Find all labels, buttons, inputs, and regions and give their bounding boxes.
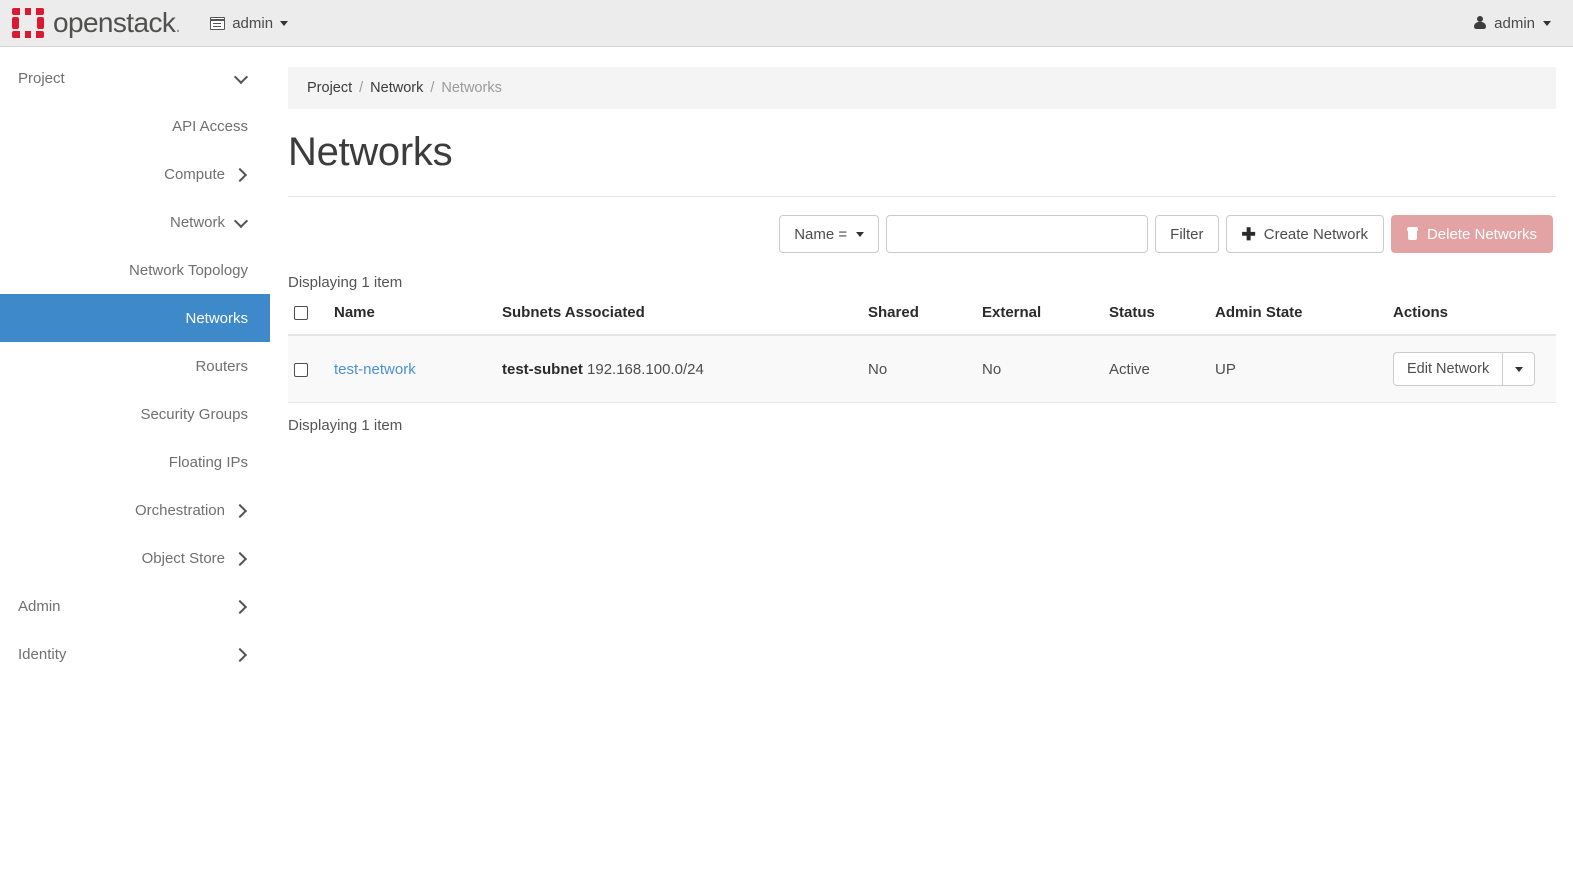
user-menu[interactable]: admin <box>1473 15 1551 32</box>
sidebar-item-network-topology[interactable]: Network Topology <box>0 246 270 294</box>
sidebar-item-label: Routers <box>195 358 248 375</box>
breadcrumb-separator: / <box>359 80 363 96</box>
filter-key-label: Name = <box>794 226 847 243</box>
cell-external: No <box>982 335 1109 403</box>
filter-button[interactable]: Filter <box>1155 215 1218 253</box>
brand-logo[interactable]: openstack. <box>12 8 180 38</box>
chevron-down-icon <box>856 232 864 237</box>
sidebar-item-label: Floating IPs <box>169 454 248 471</box>
subnet-name: test-subnet <box>502 361 583 378</box>
sidebar: Project API Access Compute Network Netwo… <box>0 48 270 883</box>
column-header-admin-state[interactable]: Admin State <box>1215 304 1393 335</box>
chevron-down-icon <box>1515 367 1523 372</box>
sidebar-item-compute[interactable]: Compute <box>0 150 270 198</box>
cell-shared: No <box>868 335 982 403</box>
openstack-logo-icon <box>12 8 44 38</box>
page-title: Networks <box>288 130 1573 174</box>
breadcrumb-separator: / <box>430 80 434 96</box>
sidebar-item-orchestration[interactable]: Orchestration <box>0 486 270 534</box>
cell-actions: Edit Network <box>1393 335 1556 403</box>
chevron-down-icon <box>235 72 248 85</box>
sidebar-item-identity[interactable]: Identity <box>0 630 270 678</box>
row-select-cell <box>288 335 334 403</box>
breadcrumb-item-current: Networks <box>441 80 501 96</box>
main-content: Project / Network / Networks Networks Na… <box>270 48 1573 883</box>
chevron-right-icon <box>235 504 248 517</box>
sidebar-item-label: Network Topology <box>129 262 248 279</box>
sidebar-item-object-store[interactable]: Object Store <box>0 534 270 582</box>
sidebar-item-label: Object Store <box>142 550 225 567</box>
sidebar-item-routers[interactable]: Routers <box>0 342 270 390</box>
row-actions-dropdown-toggle[interactable] <box>1502 352 1535 386</box>
sidebar-item-label: Compute <box>164 166 225 183</box>
subnet-cidr: 192.168.100.0/24 <box>587 361 704 378</box>
user-menu-label: admin <box>1494 15 1535 32</box>
title-divider <box>288 196 1556 197</box>
cell-status: Active <box>1109 335 1215 403</box>
chevron-right-icon <box>235 168 248 181</box>
networks-table: Name Subnets Associated Shared External … <box>288 304 1556 403</box>
sidebar-item-label: Admin <box>18 598 61 615</box>
edit-network-button[interactable]: Edit Network <box>1393 352 1502 386</box>
plus-icon: ✚ <box>1242 226 1256 243</box>
brand-name: openstack. <box>53 9 180 37</box>
grid-icon <box>210 17 225 30</box>
filter-key-dropdown[interactable]: Name = <box>779 215 879 253</box>
filter-button-label: Filter <box>1170 226 1203 243</box>
top-bar: openstack. admin admin <box>0 0 1573 47</box>
trash-icon <box>1407 228 1418 240</box>
sidebar-item-label: Identity <box>18 646 66 663</box>
select-all-header <box>288 304 334 335</box>
cell-name: test-network <box>334 335 502 403</box>
chevron-down-icon <box>280 21 288 26</box>
item-count-top: Displaying 1 item <box>288 274 1573 291</box>
cell-subnets: test-subnet 192.168.100.0/24 <box>502 335 868 403</box>
column-header-name[interactable]: Name <box>334 304 502 335</box>
project-switcher-label: admin <box>232 15 273 32</box>
sidebar-item-project[interactable]: Project <box>0 54 270 102</box>
search-input[interactable] <box>886 215 1148 253</box>
sidebar-item-admin[interactable]: Admin <box>0 582 270 630</box>
chevron-down-icon <box>1543 21 1551 26</box>
item-count-bottom: Displaying 1 item <box>288 417 1573 434</box>
column-header-shared[interactable]: Shared <box>868 304 982 335</box>
chevron-down-icon <box>235 216 248 229</box>
breadcrumb: Project / Network / Networks <box>288 67 1556 109</box>
sidebar-item-label: Project <box>18 70 65 87</box>
delete-networks-label: Delete Networks <box>1427 226 1537 243</box>
breadcrumb-item-project[interactable]: Project <box>307 80 352 96</box>
column-header-subnets[interactable]: Subnets Associated <box>502 304 868 335</box>
chevron-right-icon <box>235 648 248 661</box>
sidebar-item-label: Orchestration <box>135 502 225 519</box>
sidebar-item-floating-ips[interactable]: Floating IPs <box>0 438 270 486</box>
select-all-checkbox[interactable] <box>294 306 308 320</box>
brand-dot: . <box>175 15 180 37</box>
user-icon <box>1473 16 1486 30</box>
table-row: test-network test-subnet 192.168.100.0/2… <box>288 335 1556 403</box>
sidebar-item-label: Networks <box>185 310 248 327</box>
sidebar-item-security-groups[interactable]: Security Groups <box>0 390 270 438</box>
create-network-button[interactable]: ✚ Create Network <box>1226 215 1384 253</box>
delete-networks-button[interactable]: Delete Networks <box>1391 215 1553 253</box>
chevron-right-icon <box>235 552 248 565</box>
column-header-actions: Actions <box>1393 304 1556 335</box>
column-header-status[interactable]: Status <box>1109 304 1215 335</box>
breadcrumb-item-network[interactable]: Network <box>370 80 423 96</box>
sidebar-item-network[interactable]: Network <box>0 198 270 246</box>
column-header-external[interactable]: External <box>982 304 1109 335</box>
sidebar-item-networks[interactable]: Networks <box>0 294 270 342</box>
sidebar-item-label: API Access <box>172 118 248 135</box>
chevron-right-icon <box>235 600 248 613</box>
row-checkbox[interactable] <box>294 363 308 377</box>
row-actions-group: Edit Network <box>1393 352 1535 386</box>
table-header-row: Name Subnets Associated Shared External … <box>288 304 1556 335</box>
project-switcher[interactable]: admin <box>206 11 292 36</box>
sidebar-item-label: Network <box>170 214 225 231</box>
create-network-label: Create Network <box>1264 226 1368 243</box>
cell-admin-state: UP <box>1215 335 1393 403</box>
network-name-link[interactable]: test-network <box>334 361 416 378</box>
sidebar-item-api-access[interactable]: API Access <box>0 102 270 150</box>
table-toolbar: Name = Filter ✚ Create Network Delete Ne… <box>288 215 1553 253</box>
sidebar-item-label: Security Groups <box>140 406 248 423</box>
